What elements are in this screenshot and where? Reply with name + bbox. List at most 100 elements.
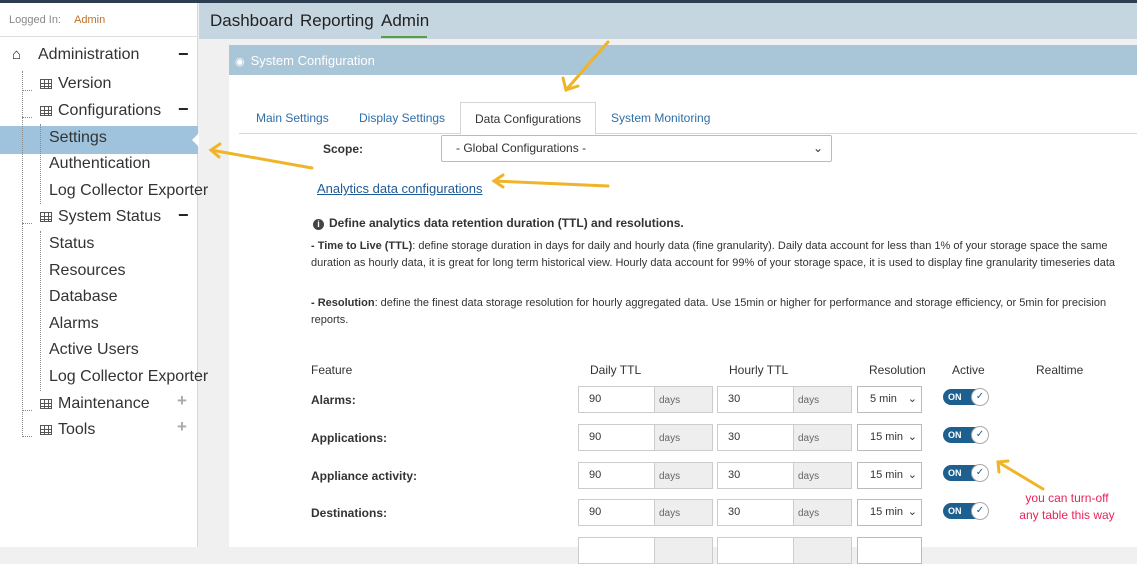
annotation-note: you can turn-off any table this way [1012, 490, 1122, 524]
tab-data-configurations[interactable]: Data Configurations [460, 102, 597, 135]
days-unit-partial [655, 537, 713, 564]
nav-dashboard[interactable]: Dashboard [210, 11, 293, 31]
header-realtime: Realtime [1036, 363, 1084, 377]
header-daily-ttl: Daily TTL [590, 363, 642, 377]
chevron-down-icon: ⌄ [905, 463, 917, 488]
daily-ttl-input[interactable]: 90 [578, 462, 655, 489]
sidebar-item-maintenance[interactable]: Maintenance [40, 391, 150, 417]
ttl-text: : define storage duration in days for da… [311, 240, 1116, 269]
daily-ttl-input[interactable]: 90 [578, 424, 655, 451]
hourly-ttl-input[interactable]: 30 [717, 386, 794, 413]
collapse-icon[interactable]: − [178, 44, 189, 65]
hourly-ttl-input[interactable]: 30 [717, 462, 794, 489]
section-heading: i Define analytics data retention duratio… [313, 216, 684, 230]
tree-connector [22, 223, 32, 224]
active-toggle[interactable]: ON ✓ [943, 464, 989, 482]
resolution-select[interactable]: 5 min ⌄ [857, 386, 922, 413]
hourly-ttl-input[interactable]: 30 [717, 499, 794, 526]
sidebar-item-tools[interactable]: Tools [40, 417, 95, 443]
annotation-line: you can turn-off [1025, 491, 1109, 505]
sidebar-item-resources[interactable]: Resources [49, 258, 125, 284]
sidebar-item-status[interactable]: Status [49, 231, 94, 257]
expand-icon[interactable]: + [177, 417, 187, 437]
resolution-select-partial[interactable] [857, 537, 922, 564]
top-navigation: Dashboard Reporting Admin [199, 3, 1137, 39]
sidebar-item-settings[interactable]: Settings [49, 125, 107, 151]
ttl-term: - Time to Live (TTL) [311, 240, 413, 252]
sidebar-item-label: Status [49, 235, 95, 252]
table-icon [40, 79, 52, 89]
analytics-data-configurations-link[interactable]: Analytics data configurations [317, 181, 482, 196]
nav-active-indicator [381, 36, 427, 38]
expand-icon[interactable]: + [177, 391, 187, 411]
collapse-icon[interactable]: − [178, 99, 189, 120]
sidebar-item-label: System Status [58, 208, 162, 225]
days-unit: days [794, 424, 852, 451]
panel-header: ◉ System Configuration [229, 45, 1137, 75]
sidebar-item-label: Maintenance [58, 395, 150, 412]
header-hourly-ttl: Hourly TTL [729, 363, 789, 377]
tab-system-monitoring[interactable]: System Monitoring [611, 102, 710, 134]
check-icon: ✓ [971, 426, 989, 444]
resolution-select[interactable]: 15 min ⌄ [857, 462, 922, 489]
table-icon [40, 425, 52, 435]
days-unit: days [655, 499, 713, 526]
tab-display-settings[interactable]: Display Settings [359, 102, 445, 134]
sidebar-item-administration[interactable]: ⌂ Administration [12, 42, 139, 68]
chevron-down-icon: ⌄ [905, 500, 917, 525]
logged-in-label: Logged In: [9, 14, 61, 26]
resolution-value: 15 min [870, 506, 904, 518]
scope-select[interactable]: - Global Configurations - ⌄ [441, 135, 832, 162]
table-icon [40, 212, 52, 222]
header-feature: Feature [311, 363, 353, 377]
days-unit: days [794, 386, 852, 413]
tree-connector [22, 90, 32, 91]
tree-line [40, 124, 41, 204]
tree-line [40, 231, 41, 391]
sidebar-item-label: Active Users [49, 341, 139, 358]
resolution-select[interactable]: 15 min ⌄ [857, 499, 922, 526]
sidebar: Logged In: Admin ⌂ Administration − Versi… [0, 3, 208, 547]
info-icon: i [313, 219, 324, 230]
days-unit: days [794, 499, 852, 526]
sidebar-item-system-status[interactable]: System Status [40, 204, 161, 230]
sidebar-item-label: Resources [49, 262, 126, 279]
daily-ttl-input[interactable]: 90 [578, 499, 655, 526]
nav-admin[interactable]: Admin [381, 11, 429, 31]
hourly-ttl-input[interactable]: 30 [717, 424, 794, 451]
sidebar-item-version[interactable]: Version [40, 71, 111, 97]
resolution-value: 15 min [870, 431, 904, 443]
collapse-icon[interactable]: − [178, 205, 189, 226]
annotation-line: any table this way [1019, 508, 1115, 522]
active-toggle[interactable]: ON ✓ [943, 502, 989, 520]
sidebar-item-database[interactable]: Database [49, 284, 118, 310]
toggle-on-label: ON [948, 506, 962, 516]
active-toggle[interactable]: ON ✓ [943, 388, 989, 406]
feature-label-destinations: Destinations: [311, 506, 388, 520]
sidebar-item-log-collector-exporter[interactable]: Log Collector Exporter [49, 178, 208, 204]
toggle-on-label: ON [948, 392, 962, 402]
sidebar-item-log-collector-exporter-status[interactable]: Log Collector Exporter [49, 364, 208, 390]
eye-icon: ◉ [235, 56, 245, 68]
daily-ttl-input-partial[interactable] [578, 537, 655, 564]
sidebar-item-label: Log Collector Exporter [49, 182, 209, 199]
resolution-value: 15 min [870, 469, 904, 481]
sidebar-item-configurations[interactable]: Configurations [40, 98, 161, 124]
resolution-select[interactable]: 15 min ⌄ [857, 424, 922, 451]
sidebar-item-label: Alarms [49, 315, 99, 332]
sidebar-item-label: Authentication [49, 155, 151, 172]
active-toggle[interactable]: ON ✓ [943, 426, 989, 444]
scope-select-value: - Global Configurations - [456, 141, 587, 155]
resolution-description: - Resolution: define the finest data sto… [311, 295, 1137, 329]
sidebar-item-authentication[interactable]: Authentication [49, 151, 150, 177]
logged-in-user[interactable]: Admin [74, 14, 105, 26]
daily-ttl-input[interactable]: 90 [578, 386, 655, 413]
tab-main-settings[interactable]: Main Settings [256, 102, 329, 134]
sidebar-item-active-users[interactable]: Active Users [49, 337, 139, 363]
hourly-ttl-input-partial[interactable] [717, 537, 794, 564]
sidebar-item-alarms[interactable]: Alarms [49, 311, 99, 337]
days-unit: days [794, 462, 852, 489]
tree-connector [22, 436, 32, 437]
nav-reporting[interactable]: Reporting [300, 11, 374, 31]
header-resolution: Resolution [869, 363, 926, 377]
